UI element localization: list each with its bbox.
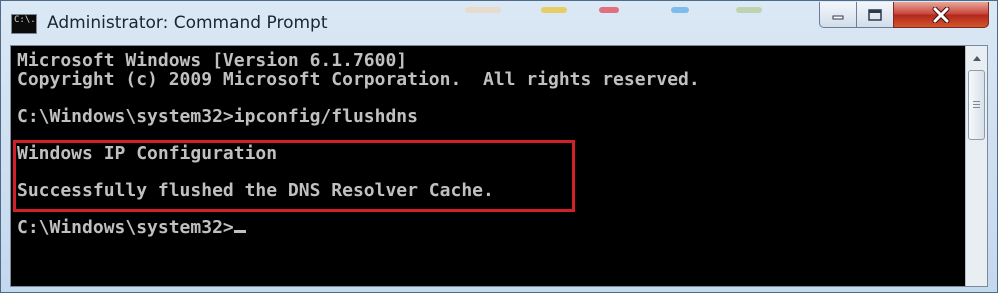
highlight-box: [13, 140, 575, 212]
close-button[interactable]: [893, 2, 989, 28]
minimize-button[interactable]: [819, 2, 857, 28]
minimize-icon: [832, 15, 844, 19]
console-area[interactable]: Microsoft Windows [Version 6.1.7600] Copy…: [10, 45, 988, 287]
console-line: C:\Windows\system32>: [17, 218, 957, 238]
console-line: Microsoft Windows [Version 6.1.7600]: [17, 50, 408, 71]
close-icon: [932, 6, 950, 23]
chevron-up-icon: [972, 56, 981, 61]
caption-buttons: [819, 2, 991, 28]
console-line: Copyright (c) 2009 Microsoft Corporation…: [17, 68, 700, 90]
title-bar[interactable]: C:\. Administrator: Command Prompt: [1, 1, 997, 45]
vertical-scrollbar[interactable]: [965, 46, 987, 286]
titlebar-glass-reflection: [465, 7, 501, 13]
titlebar-glass-reflection: [736, 7, 762, 13]
window-title: Administrator: Command Prompt: [47, 13, 328, 33]
maximize-icon: [868, 8, 882, 21]
titlebar-glass-reflection: [671, 7, 689, 13]
grip-line: [973, 104, 980, 105]
grip-line: [973, 101, 980, 102]
maximize-button[interactable]: [856, 2, 894, 28]
command-prompt-window: C:\. Administrator: Command Prompt Micro…: [0, 0, 998, 293]
text-cursor: [233, 229, 246, 233]
scroll-thumb[interactable]: [968, 70, 985, 140]
scroll-up-button[interactable]: [967, 48, 986, 68]
titlebar-glass-reflection: [599, 7, 619, 13]
grip-line: [973, 107, 980, 108]
titlebar-glass-reflection: [541, 7, 567, 13]
cmd-window-icon[interactable]: C:\.: [11, 14, 37, 34]
console-line: C:\Windows\system32>ipconfig/flushdns: [17, 105, 418, 127]
